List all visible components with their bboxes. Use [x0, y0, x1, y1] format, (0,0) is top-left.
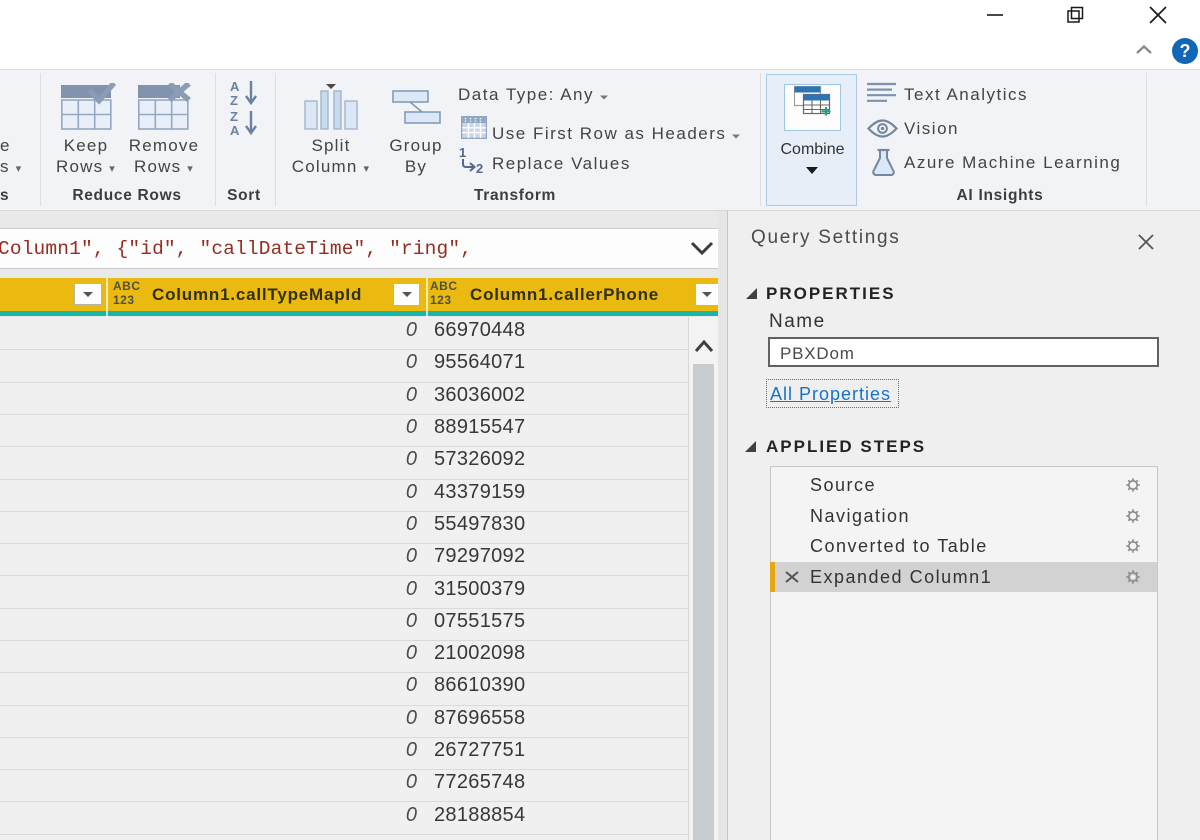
svg-text:Z: Z	[230, 93, 238, 106]
svg-text:1: 1	[459, 146, 466, 160]
svg-text:A: A	[230, 79, 240, 94]
svg-text:2: 2	[476, 161, 483, 174]
svg-text:Z: Z	[230, 109, 238, 124]
svg-text:A: A	[230, 123, 240, 136]
